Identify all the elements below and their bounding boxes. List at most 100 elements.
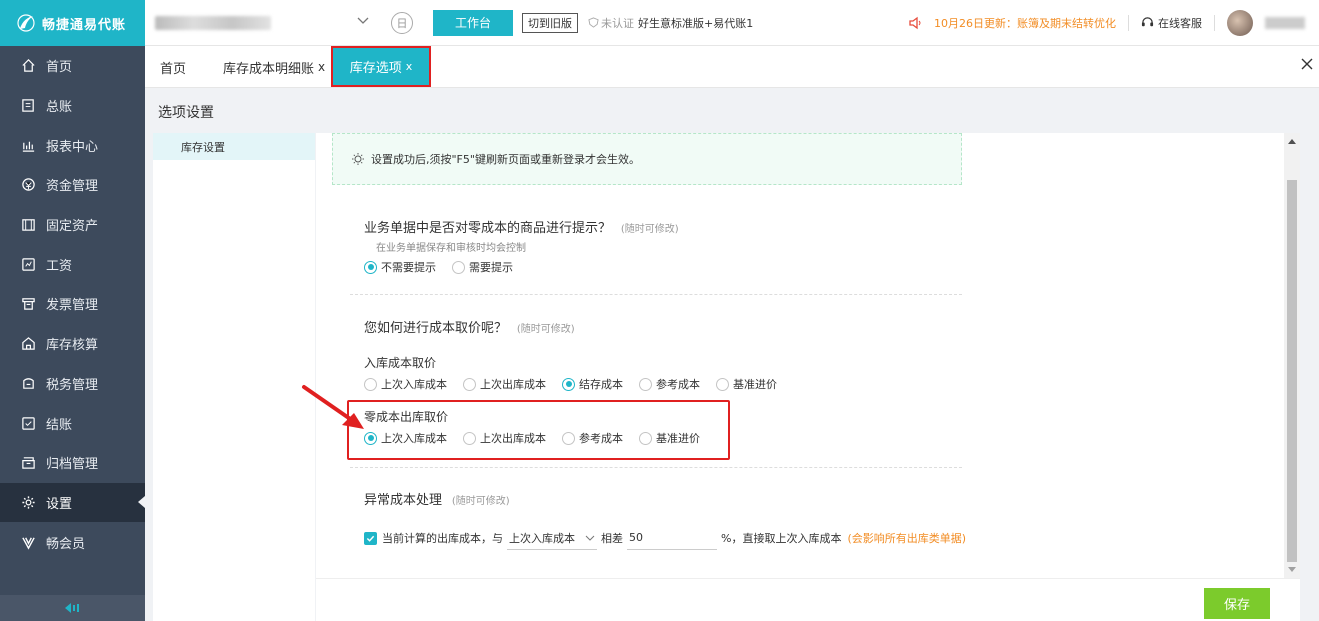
annotation-highlight-box bbox=[347, 400, 730, 460]
vip-icon bbox=[20, 534, 36, 550]
tax-icon bbox=[20, 375, 36, 391]
section-divider bbox=[350, 467, 962, 468]
scroll-up-arrow[interactable] bbox=[1288, 139, 1296, 144]
tab-close-icon[interactable]: x bbox=[406, 60, 413, 73]
abnormal-cost-checkbox[interactable] bbox=[364, 531, 377, 545]
sidebar-item-archive[interactable]: 归档管理 bbox=[0, 443, 145, 483]
abnormal-cost-warning: (会影响所有出库类单据) bbox=[847, 532, 967, 545]
sidebar-item-invoice[interactable]: 发票管理 bbox=[0, 284, 145, 324]
sidebar-item-label: 工资 bbox=[46, 258, 73, 274]
footer-bar: 保存 bbox=[316, 578, 1300, 621]
radio-inbound-last-out[interactable]: 上次出库成本 bbox=[463, 376, 546, 392]
sidebar-item-vip[interactable]: 畅会员 bbox=[0, 522, 145, 562]
close-books-icon bbox=[20, 415, 36, 431]
shield-icon bbox=[588, 17, 599, 28]
tab-close-icon[interactable]: x bbox=[318, 60, 325, 74]
avatar[interactable] bbox=[1227, 9, 1253, 36]
sidebar-item-label: 归档管理 bbox=[46, 457, 99, 473]
sidebar-item-gear[interactable]: 设置 bbox=[0, 482, 145, 523]
speaker-icon bbox=[909, 16, 921, 29]
update-notice-link[interactable]: 10月26日更新：账簿及期末结转优化 bbox=[934, 15, 1116, 31]
sidebar-item-label: 库存核算 bbox=[46, 338, 99, 354]
divider bbox=[1214, 14, 1215, 31]
sidebar-item-label: 发票管理 bbox=[46, 298, 99, 314]
online-service-button[interactable]: 在线客服 bbox=[1141, 15, 1202, 31]
settings-panel: 设置成功后,须按"F5"键刷新页面或重新登录才会生效。 业务单据中是否对零成本的… bbox=[316, 133, 1284, 578]
sidebar-item-inventory[interactable]: 库存核算 bbox=[0, 324, 145, 364]
certification-status: 未认证 bbox=[588, 15, 634, 31]
sidebar-item-fund[interactable]: 资金管理 bbox=[0, 165, 145, 205]
inbound-cost-label: 入库成本取价 bbox=[364, 356, 437, 370]
chart-icon bbox=[20, 137, 36, 153]
edition-label: 好生意标准版+易代账1 bbox=[638, 16, 754, 30]
options-left-menu: 库存设置 bbox=[153, 133, 315, 621]
scroll-thumb[interactable] bbox=[1287, 180, 1297, 562]
page-title: 选项设置 bbox=[158, 105, 214, 121]
sidebar-nav: 首页总账报表中心 资金管理 固定资产工资发票管理库存核算税务管理结账归档管理设置畅会… bbox=[0, 46, 145, 562]
tab-home[interactable]: 首页 bbox=[160, 46, 186, 88]
radio-no-prompt[interactable]: 不需要提示 bbox=[364, 259, 436, 275]
ledger-icon bbox=[20, 98, 36, 114]
inventory-icon bbox=[20, 336, 36, 352]
check-icon bbox=[366, 535, 375, 542]
sidebar-item-label: 结账 bbox=[46, 417, 73, 433]
abnormal-cost-row: 当前计算的出库成本，与 上次入库成本 相差 50 %，直接取上次入库成本 (会影… bbox=[364, 526, 966, 550]
app-root: 畅捷通易代账 首页总账报表中心 资金管理 固定资产工资发票管理库存核算税务管理结账归… bbox=[0, 0, 1319, 621]
sidebar-item-salary[interactable]: 工资 bbox=[0, 244, 145, 284]
account-select[interactable] bbox=[155, 9, 375, 37]
sidebar-item-close-books[interactable]: 结账 bbox=[0, 403, 145, 443]
menu-item-inventory-settings[interactable]: 库存设置 bbox=[153, 133, 315, 160]
switch-old-version-button[interactable]: 切到旧版 bbox=[522, 12, 578, 33]
notice-area: 10月26日更新：账簿及期末结转优化 在线客服 bbox=[908, 9, 1305, 36]
logo[interactable]: 畅捷通易代账 bbox=[0, 0, 145, 46]
radio-dot[interactable] bbox=[452, 260, 465, 274]
editable-note: (随时可修改) bbox=[516, 324, 575, 335]
zero-cost-prompt-subtext: 在业务单据保存和审核时均会控制 bbox=[376, 243, 526, 254]
tab-inventory-cost-ledger[interactable]: 库存成本明细账 x bbox=[223, 46, 325, 88]
sidebar-item-asset[interactable]: 固定资产 bbox=[0, 205, 145, 245]
sidebar-item-tax[interactable]: 税务管理 bbox=[0, 364, 145, 404]
radio-inbound-base-price[interactable]: 基准进价 bbox=[716, 376, 777, 392]
sidebar-item-label: 首页 bbox=[46, 60, 73, 76]
sidebar-item-label: 设置 bbox=[46, 496, 73, 512]
invoice-icon bbox=[20, 296, 36, 312]
annotation-arrow bbox=[302, 385, 364, 429]
topbar: 日 工作台 切到旧版 未认证 好生意标准版+易代账1 10月26日更新：账簿及期… bbox=[145, 0, 1319, 46]
chevron-down-icon bbox=[585, 535, 595, 541]
cost-basis-select[interactable]: 上次入库成本 bbox=[507, 526, 597, 550]
calendar-date-icon[interactable]: 日 bbox=[391, 11, 413, 34]
zero-cost-prompt-title: 业务单据中是否对零成本的商品进行提示？ bbox=[364, 221, 612, 236]
logo-text: 畅捷通易代账 bbox=[42, 17, 127, 33]
tip-box: 设置成功后,须按"F5"键刷新页面或重新登录才会生效。 bbox=[332, 133, 962, 185]
sidebar-item-label: 税务管理 bbox=[46, 377, 99, 393]
sidebar-item-label: 总账 bbox=[46, 100, 73, 116]
radio-inbound-reference[interactable]: 参考成本 bbox=[639, 376, 700, 392]
radio-need-prompt[interactable]: 需要提示 bbox=[452, 259, 513, 275]
account-name-redacted bbox=[155, 15, 271, 30]
scroll-down-arrow[interactable] bbox=[1288, 567, 1296, 572]
salary-icon bbox=[20, 256, 36, 272]
fund-icon bbox=[20, 177, 36, 193]
headset-icon bbox=[1141, 17, 1154, 27]
sidebar-item-ledger[interactable]: 总账 bbox=[0, 86, 145, 126]
chevron-down-icon bbox=[357, 17, 369, 24]
sidebar-item-chart[interactable]: 报表中心 bbox=[0, 125, 145, 165]
radio-inbound-balance[interactable]: 结存成本 bbox=[562, 376, 623, 392]
cost-method-title: 您如何进行成本取价呢？ bbox=[364, 321, 508, 336]
lightbulb-icon bbox=[352, 153, 364, 165]
archive-icon bbox=[20, 455, 36, 471]
vertical-scrollbar[interactable] bbox=[1284, 133, 1300, 578]
section-divider bbox=[350, 294, 962, 295]
asset-icon bbox=[20, 217, 36, 233]
sidebar: 畅捷通易代账 首页总账报表中心 资金管理 固定资产工资发票管理库存核算税务管理结账归… bbox=[0, 0, 145, 621]
difference-percent-input[interactable]: 50 bbox=[627, 526, 717, 550]
save-button[interactable]: 保存 bbox=[1204, 588, 1270, 619]
home-icon bbox=[20, 58, 36, 74]
close-all-tabs-icon[interactable] bbox=[1301, 58, 1313, 70]
tab-inventory-options[interactable]: 库存选项 x bbox=[331, 46, 431, 87]
user-name-redacted bbox=[1265, 16, 1305, 29]
workbench-button[interactable]: 工作台 bbox=[433, 9, 513, 36]
sidebar-item-home[interactable]: 首页 bbox=[0, 46, 145, 86]
sidebar-collapse-button[interactable] bbox=[0, 595, 145, 621]
radio-dot[interactable] bbox=[364, 260, 377, 274]
